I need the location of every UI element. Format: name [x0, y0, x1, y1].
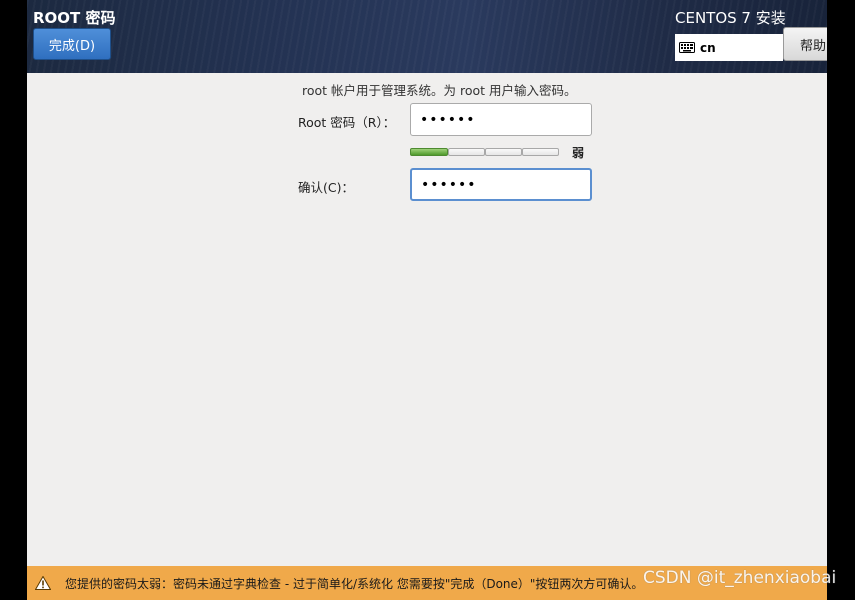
- header-bar: ROOT 密码 完成(D) CENTOS 7 安装 cn 帮助: [27, 0, 827, 73]
- confirm-password-label: 确认(C)：: [298, 180, 354, 195]
- content-area: root 帐户用于管理系统。为 root 用户输入密码。 Root 密码（R）：…: [27, 73, 827, 566]
- strength-segment-3: [485, 148, 522, 156]
- keyboard-icon: [679, 42, 695, 53]
- warning-icon: [35, 576, 51, 590]
- strength-label: 弱: [572, 146, 585, 160]
- instruction-text: root 帐户用于管理系统。为 root 用户输入密码。: [302, 83, 577, 98]
- help-button[interactable]: 帮助: [783, 27, 827, 61]
- installer-window: ROOT 密码 完成(D) CENTOS 7 安装 cn 帮助 root 帐户用…: [27, 0, 827, 600]
- warning-text: 您提供的密码太弱：密码未通过字典检查 - 过于简单化/系统化 您需要按"完成（D…: [65, 576, 644, 591]
- strength-segment-4: [522, 148, 559, 156]
- keyboard-layout-indicator[interactable]: cn: [675, 34, 783, 61]
- strength-segment-2: [448, 148, 485, 156]
- password-strength-bar: [410, 148, 560, 156]
- root-password-input[interactable]: ••••••: [410, 103, 592, 136]
- watermark-text: CSDN @it_zhenxiaobai: [643, 568, 837, 588]
- strength-segment-1: [410, 148, 448, 156]
- confirm-password-input[interactable]: ••••••: [410, 168, 592, 201]
- root-password-label: Root 密码（R）：: [298, 115, 396, 130]
- keyboard-layout-label: cn: [700, 40, 716, 55]
- done-button[interactable]: 完成(D): [33, 28, 111, 60]
- install-title: CENTOS 7 安装: [675, 9, 786, 27]
- page-title: ROOT 密码: [33, 9, 116, 27]
